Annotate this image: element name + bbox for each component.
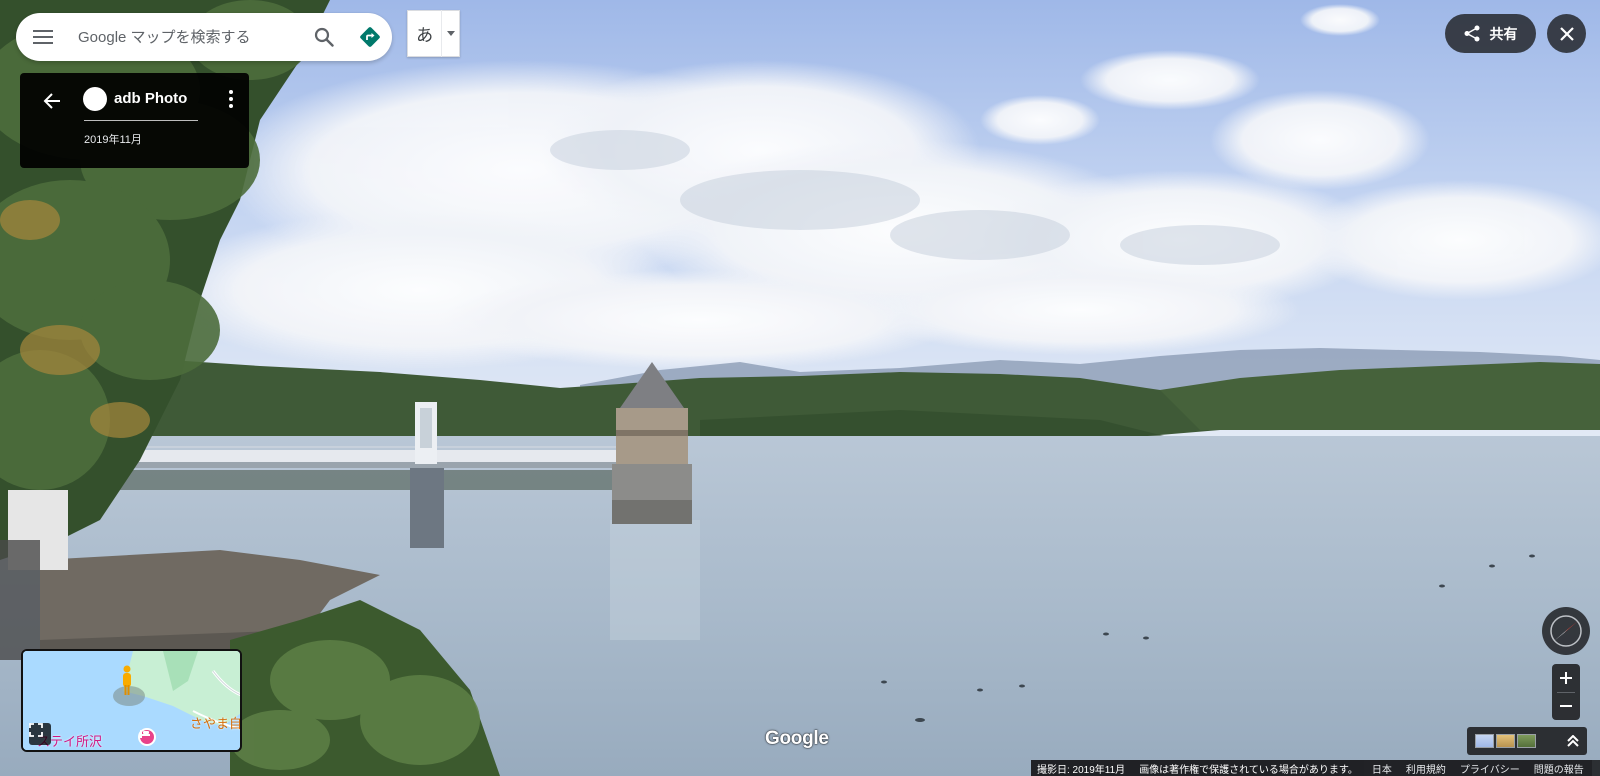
hotel-poi-icon[interactable]	[138, 728, 156, 746]
ime-dropdown[interactable]	[441, 10, 459, 57]
zoom-controls	[1552, 664, 1580, 720]
close-icon	[1559, 26, 1574, 41]
close-button[interactable]	[1547, 14, 1586, 53]
minimap-expand-button[interactable]	[29, 723, 51, 745]
imagery-layers-panel	[1467, 727, 1587, 755]
bed-icon	[140, 730, 150, 738]
search-icon	[314, 27, 334, 47]
search-input[interactable]	[70, 13, 290, 61]
footer-copyright: 画像は著作権で保護されている場合があります。	[1139, 764, 1358, 776]
capture-date: 2019年11月	[84, 134, 142, 146]
back-button[interactable]	[38, 87, 66, 115]
directions-icon	[360, 27, 380, 47]
share-button[interactable]: 共有	[1445, 14, 1536, 53]
share-label: 共有	[1489, 25, 1518, 42]
footer-bar: 撮影日: 2019年11月 画像は著作権で保護されている場合があります。 日本 …	[1031, 760, 1600, 776]
hamburger-menu-icon	[33, 30, 53, 44]
more-vert-icon	[229, 90, 233, 108]
double-chevron-up-icon	[1567, 735, 1579, 747]
layers-expand-button[interactable]	[1564, 731, 1582, 751]
author-name[interactable]: adb Photo	[114, 90, 187, 107]
footer-report-link[interactable]: 問題の報告	[1534, 761, 1584, 776]
zoom-in-button[interactable]	[1552, 664, 1580, 692]
footer-country[interactable]: 日本	[1372, 761, 1392, 776]
menu-button[interactable]	[16, 13, 70, 61]
minus-icon	[1560, 705, 1572, 707]
fullscreen-icon	[29, 723, 43, 737]
layer-thumbnail-field[interactable]	[1496, 734, 1515, 748]
zoom-out-button[interactable]	[1552, 692, 1580, 720]
google-logo: Google	[765, 728, 829, 749]
author-avatar[interactable]	[83, 87, 107, 111]
arrow-back-icon	[43, 93, 60, 109]
footer-terms-link[interactable]: 利用規約	[1406, 761, 1446, 776]
plus-icon	[1560, 672, 1572, 684]
caret-down-icon	[446, 31, 455, 36]
search-button[interactable]	[308, 21, 340, 53]
footer-privacy-link[interactable]: プライバシー	[1460, 761, 1520, 776]
footer-capture-date: 撮影日: 2019年11月	[1037, 764, 1126, 776]
layer-thumbnail-forest[interactable]	[1517, 734, 1536, 748]
photo-info-card: adb Photo 2019年11月	[20, 73, 249, 168]
pegman-icon	[123, 665, 131, 695]
author-underline	[84, 120, 198, 121]
minimap[interactable]: さやま自 ステイ所沢	[21, 649, 242, 752]
compass-icon	[1550, 615, 1582, 647]
ime-char: あ	[416, 26, 434, 46]
footer-links: 日本 利用規約 プライバシー 問題の報告	[1363, 760, 1592, 776]
more-options-button[interactable]	[223, 87, 239, 111]
map-label-park: さやま自	[190, 716, 242, 731]
ime-input-mode[interactable]: あ	[407, 10, 460, 57]
layer-thumbnail-sky[interactable]	[1475, 734, 1494, 748]
search-box	[16, 13, 392, 61]
directions-button[interactable]	[354, 21, 386, 53]
compass-button[interactable]	[1542, 607, 1590, 655]
footer-attribution: 撮影日: 2019年11月 画像は著作権で保護されている場合があります。	[1031, 760, 1364, 776]
share-icon	[1464, 25, 1479, 42]
zoom-separator	[1557, 692, 1575, 693]
